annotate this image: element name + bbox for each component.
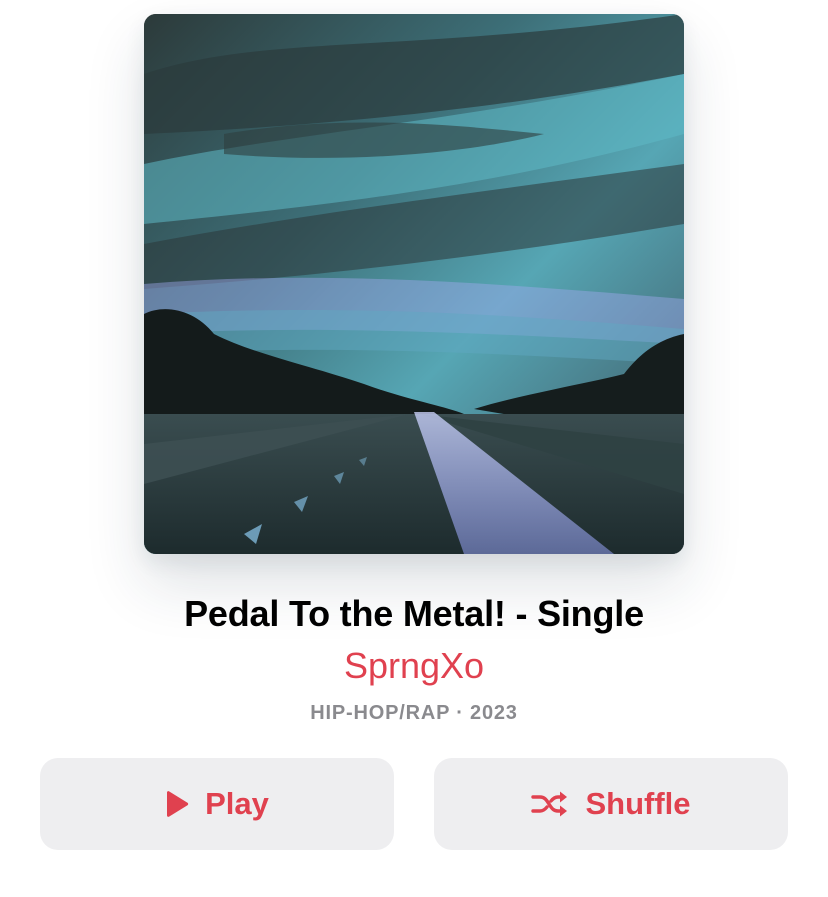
album-artwork-image (144, 14, 684, 554)
artist-name-link[interactable]: SprngXo (0, 644, 828, 688)
shuffle-button-label: Shuffle (585, 786, 691, 821)
shuffle-icon (531, 790, 569, 818)
album-header: Pedal To the Metal! - Single SprngXo HIP… (0, 0, 828, 897)
play-icon (165, 791, 189, 817)
play-button-label: Play (205, 786, 269, 821)
play-button[interactable]: Play (40, 758, 394, 850)
genre-year-label: HIP-HOP/RAP · 2023 (310, 702, 518, 724)
shuffle-button[interactable]: Shuffle (434, 758, 788, 850)
album-artwork[interactable] (144, 14, 684, 554)
album-title: Pedal To the Metal! - Single (184, 593, 644, 634)
